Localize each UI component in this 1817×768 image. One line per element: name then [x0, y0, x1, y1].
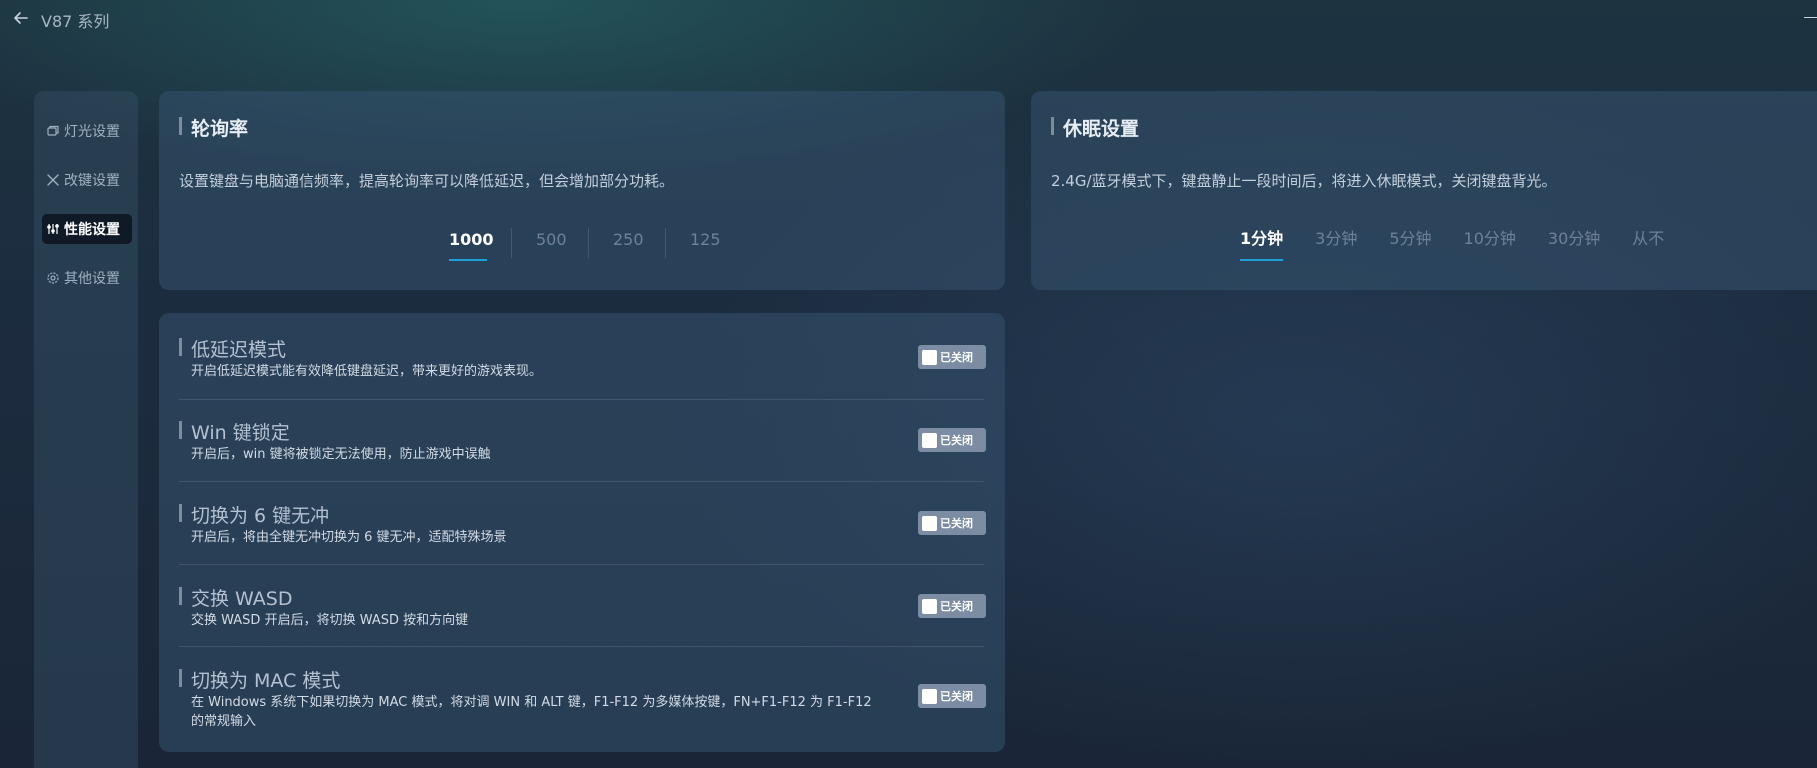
- swap-wasd-toggle[interactable]: 已关闭: [918, 594, 986, 618]
- win-lock-toggle[interactable]: 已关闭: [918, 428, 986, 452]
- sidebar-item-label: 性能设置: [64, 222, 120, 238]
- toggle-label: 已关闭: [940, 600, 973, 613]
- polling-rate-card: 轮询率 设置键盘与电脑通信频率，提高轮询率可以降低延迟，但会增加部分功耗。 10…: [159, 91, 1005, 290]
- setting-description: 开启后，将由全键无冲切换为 6 键无冲，适配特殊场景: [191, 530, 507, 545]
- sidebar-item-other[interactable]: 其他设置: [42, 263, 132, 293]
- sleep-card: 休眠设置 2.4G/蓝牙模式下，键盘静止一段时间后，将进入休眠模式，关闭键盘背光…: [1031, 91, 1817, 290]
- polling-option-500[interactable]: 500: [536, 230, 567, 261]
- low-latency-toggle[interactable]: 已关闭: [918, 345, 986, 369]
- sleep-option-1min[interactable]: 1分钟: [1240, 225, 1284, 261]
- tab-divider: [665, 228, 666, 258]
- app-title: V87 系列: [41, 12, 110, 31]
- sleep-option-10min[interactable]: 10分钟: [1464, 225, 1516, 261]
- sleep-option-3min[interactable]: 3分钟: [1315, 225, 1357, 261]
- sidebar: 灯光设置 改键设置 性能设置 其他设置: [34, 91, 138, 768]
- sleep-title: 休眠设置: [1051, 114, 1139, 141]
- sleep-option-30min[interactable]: 30分钟: [1548, 225, 1600, 261]
- setting-description: 开启后，win 键将被锁定无法使用，防止游戏中误触: [191, 447, 491, 462]
- lighting-icon: [47, 125, 59, 136]
- sidebar-item-lighting[interactable]: 灯光设置: [42, 116, 132, 146]
- toggle-label: 已关闭: [940, 517, 973, 530]
- setting-title: 低延迟模式: [179, 335, 286, 362]
- setting-title: 切换为 6 键无冲: [179, 501, 329, 528]
- sleep-option-5min[interactable]: 5分钟: [1389, 225, 1431, 261]
- toggle-knob: [922, 688, 937, 704]
- toggle-label: 已关闭: [940, 434, 973, 447]
- setting-title: 交换 WASD: [179, 584, 292, 611]
- 6kro-toggle[interactable]: 已关闭: [918, 511, 986, 535]
- polling-option-1000[interactable]: 1000: [449, 230, 494, 261]
- setting-description: 在 Windows 系统下如果切换为 MAC 模式，将对调 WIN 和 ALT …: [191, 695, 872, 729]
- performance-settings-card: 低延迟模式 开启低延迟模式能有效降低键盘延迟，带来更好的游戏表现。 已关闭 Wi…: [159, 313, 1005, 752]
- setting-title: 切换为 MAC 模式: [179, 666, 340, 693]
- divider: [179, 646, 984, 647]
- back-arrow-icon[interactable]: [11, 8, 31, 28]
- sidebar-item-label: 灯光设置: [64, 124, 120, 140]
- polling-rate-description: 设置键盘与电脑通信频率，提高轮询率可以降低延迟，但会增加部分功耗。: [179, 172, 675, 190]
- polling-option-250[interactable]: 250: [613, 230, 644, 261]
- tab-divider: [511, 228, 512, 258]
- tab-divider: [588, 228, 589, 258]
- polling-rate-tabs: 1000 500 250 125: [449, 228, 721, 261]
- sidebar-item-label: 改键设置: [64, 173, 120, 189]
- polling-option-125[interactable]: 125: [690, 230, 721, 261]
- sleep-tabs: 1分钟 3分钟 5分钟 10分钟 30分钟 从不: [1240, 225, 1664, 261]
- toggle-knob: [922, 432, 937, 448]
- minimize-icon[interactable]: [1804, 17, 1817, 18]
- title-bar: V87 系列: [0, 0, 1817, 40]
- keymap-icon: [47, 174, 59, 186]
- divider: [179, 481, 984, 482]
- toggle-knob: [922, 598, 937, 614]
- polling-rate-title: 轮询率: [179, 114, 248, 141]
- sidebar-item-performance[interactable]: 性能设置: [42, 214, 132, 244]
- sleep-description: 2.4G/蓝牙模式下，键盘静止一段时间后，将进入休眠模式，关闭键盘背光。: [1051, 172, 1557, 190]
- toggle-knob: [922, 349, 937, 365]
- sleep-option-never[interactable]: 从不: [1632, 225, 1664, 261]
- divider: [179, 564, 984, 565]
- divider: [179, 399, 984, 400]
- setting-title: Win 键锁定: [179, 418, 290, 445]
- toggle-label: 已关闭: [940, 351, 973, 364]
- mac-mode-toggle[interactable]: 已关闭: [918, 684, 986, 708]
- gear-icon: [47, 272, 59, 284]
- toggle-knob: [922, 515, 937, 531]
- setting-description: 交换 WASD 开启后，将切换 WASD 按和方向键: [191, 613, 469, 628]
- sidebar-item-label: 其他设置: [64, 271, 120, 287]
- setting-description: 开启低延迟模式能有效降低键盘延迟，带来更好的游戏表现。: [191, 364, 543, 379]
- sidebar-item-keymap[interactable]: 改键设置: [42, 165, 132, 195]
- toggle-label: 已关闭: [940, 690, 973, 703]
- performance-icon: [47, 224, 59, 234]
